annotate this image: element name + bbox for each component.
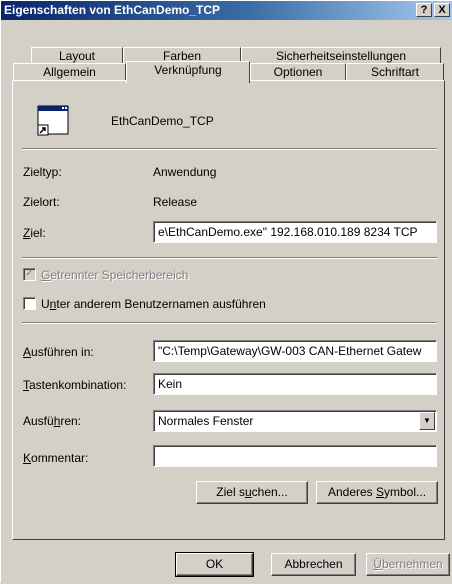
find-target-button[interactable]: Ziel suchen...: [196, 481, 308, 504]
hotkey-input[interactable]: Kein: [153, 373, 437, 395]
ziel-label: Ziel:: [23, 226, 46, 240]
ziel-input[interactable]: e\EthCanDemo.exe" 192.168.010.189 8234 T…: [153, 221, 437, 243]
zielort-value: Release: [153, 195, 198, 209]
separator: [22, 257, 437, 259]
shortcut-name: EthCanDemo_TCP: [111, 114, 214, 128]
run-in-input[interactable]: "C:\Temp\Gateway\GW-003 CAN-Ethernet Gat…: [153, 340, 437, 362]
panel-content: EthCanDemo_TCP Zieltyp: Anwendung Zielor…: [1, 1, 452, 584]
run-mode-value: Normales Fenster: [158, 414, 254, 428]
separator: [22, 322, 437, 324]
zieltyp-label: Zieltyp:: [23, 165, 62, 179]
separate-memory-checkbox[interactable]: ✓: [23, 268, 36, 281]
cancel-button[interactable]: Abbrechen: [271, 553, 356, 576]
comment-label: Kommentar:: [23, 451, 89, 465]
zielort-label: Zielort:: [23, 195, 60, 209]
comment-input[interactable]: [153, 445, 437, 467]
hotkey-label: Tastenkombination:: [23, 378, 127, 392]
apply-button[interactable]: Übernehmen: [366, 553, 450, 576]
chevron-down-icon[interactable]: ▼: [419, 412, 435, 430]
properties-dialog: Eigenschaften von EthCanDemo_TCP ? X Lay…: [0, 0, 452, 583]
other-user-label: Unter anderem Benutzernamen ausführen: [41, 297, 266, 311]
shortcut-app-icon: [37, 104, 69, 136]
zieltyp-value: Anwendung: [153, 165, 217, 179]
run-label: Ausführen:: [23, 414, 82, 428]
separate-memory-label: Getrennter Speicherbereich: [41, 268, 189, 282]
change-icon-button[interactable]: Anderes Symbol...: [316, 481, 438, 504]
separator: [22, 148, 437, 150]
ok-button[interactable]: OK: [175, 552, 254, 577]
other-user-checkbox[interactable]: [23, 297, 36, 310]
run-mode-select[interactable]: Normales Fenster ▼: [153, 410, 437, 432]
run-in-label: Ausführen in:: [23, 345, 94, 359]
